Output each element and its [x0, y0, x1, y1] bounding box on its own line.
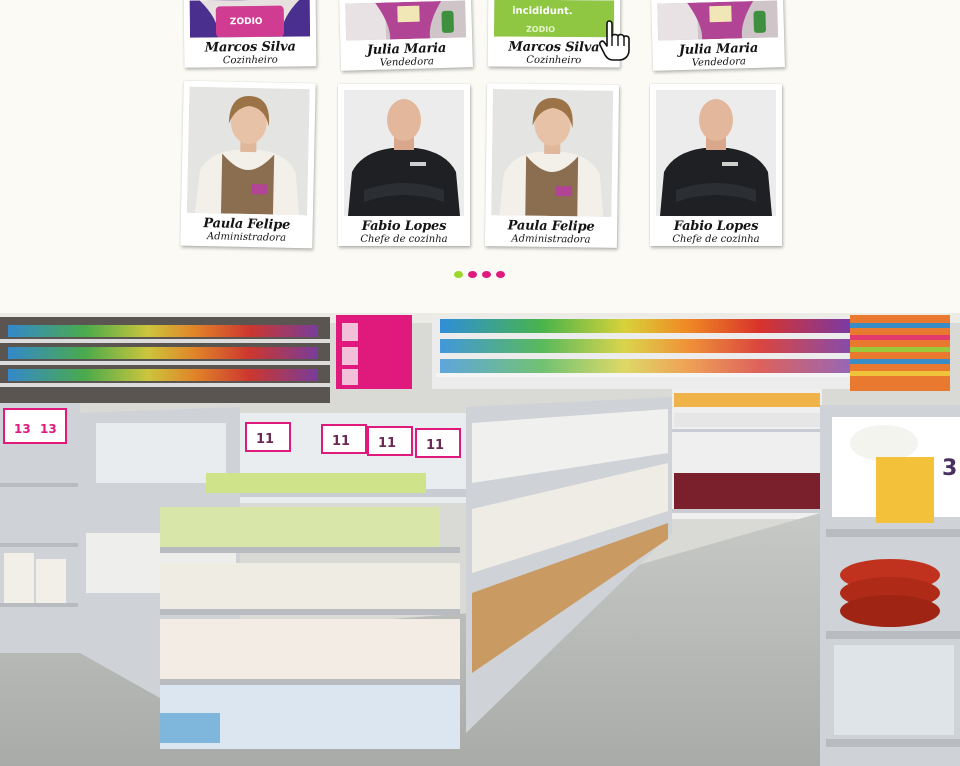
member-name: Paula Felipe	[507, 218, 595, 235]
textiles-display	[850, 315, 950, 391]
member-role: Vendedora	[379, 56, 435, 69]
hand-pointer-icon	[599, 20, 630, 61]
team-photo	[186, 86, 310, 216]
team-photo: ZODIO	[189, 0, 311, 38]
team-photo	[491, 89, 614, 217]
hover-overlay-text: incididunt.	[512, 6, 573, 17]
price-tag: 13	[14, 422, 31, 436]
member-role: Vendedora	[691, 56, 747, 69]
pagination-dot[interactable]	[468, 271, 477, 278]
price-tag: 11	[426, 438, 444, 453]
member-name: Marcos Silva	[508, 39, 600, 56]
glassware-shelf	[440, 319, 850, 333]
price-tag: 11	[256, 432, 274, 447]
member-role: Administradora	[511, 233, 591, 246]
carousel-pagination	[454, 271, 505, 278]
price-tag: 11	[332, 434, 350, 449]
member-role: Cozinheiro	[222, 54, 278, 67]
team-card[interactable]: Julia Maria Vendedora	[339, 0, 473, 71]
team-photo	[656, 90, 776, 216]
member-role: Cozinheiro	[526, 54, 582, 67]
team-photo	[344, 90, 464, 216]
member-name: Fabio Lopes	[673, 219, 759, 234]
team-photo	[657, 0, 779, 41]
member-role: Chefe de cozinha	[672, 234, 760, 245]
team-card[interactable]: Fabio Lopes Chefe de cozinha	[338, 84, 470, 246]
price-tag: 3	[942, 456, 957, 481]
member-role: Chefe de cozinha	[360, 234, 448, 245]
member-name: Paula Felipe	[203, 216, 291, 233]
team-card[interactable]: Paula Felipe Administradora	[180, 80, 316, 249]
team-section: ZODIO Marcos Silva Cozinheiro Julia Mari…	[0, 0, 960, 313]
team-photo	[345, 0, 467, 41]
price-tag: 11	[378, 436, 396, 451]
price-tag: 13	[40, 422, 57, 436]
plates-shelf	[0, 325, 330, 387]
member-name: Marcos Silva	[204, 39, 296, 56]
team-photo-hover: incididunt. ZODIO	[493, 0, 615, 38]
apron-logo: ZODIO	[526, 25, 555, 34]
pagination-dot[interactable]	[496, 271, 505, 278]
member-name: Fabio Lopes	[361, 219, 447, 234]
team-card[interactable]: Fabio Lopes Chefe de cozinha	[650, 84, 782, 246]
pagination-dot[interactable]	[482, 271, 491, 278]
member-role: Administradora	[206, 231, 287, 244]
store-photo: 13 13 11 11 11 11 3	[0, 313, 960, 766]
pagination-dot-active[interactable]	[454, 271, 463, 278]
price-tag-row: 11 11 11 11	[245, 422, 461, 458]
team-card[interactable]: ZODIO Marcos Silva Cozinheiro	[183, 0, 317, 68]
team-card[interactable]: Julia Maria Vendedora	[651, 0, 785, 71]
team-card[interactable]: Paula Felipe Administradora	[484, 83, 620, 248]
apron-logo: ZODIO	[230, 17, 263, 27]
